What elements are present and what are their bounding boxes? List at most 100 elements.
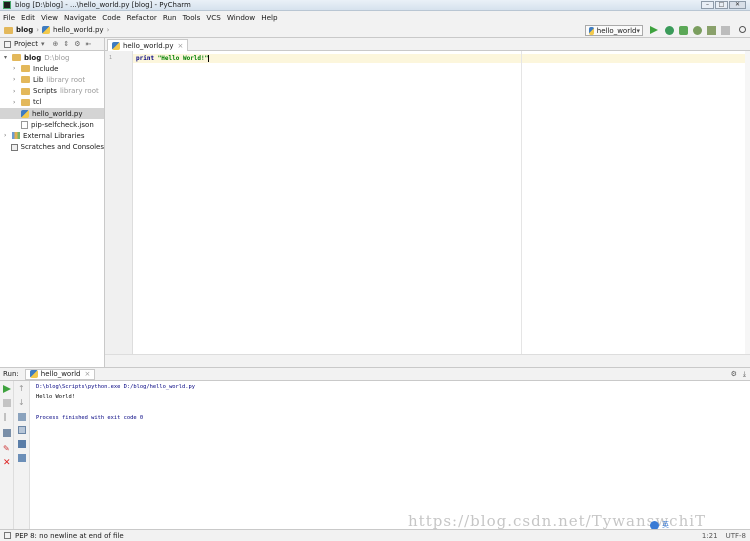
current-line-highlight [133,54,745,63]
pin-icon[interactable]: ✎ [3,445,11,453]
hide-panel-icon[interactable]: ⤓ [743,370,746,379]
editor-tab-hello-world[interactable]: hello_world.py × [107,39,189,51]
folder-icon [21,76,30,84]
pause-icon[interactable]: ‖ [3,413,11,421]
tree-item[interactable]: pip-selfcheck.json [0,119,104,130]
console-line-command: D:\blog\Scripts\python.exe D:/blog/hello… [36,384,196,390]
rerun-button[interactable] [3,385,11,393]
chevron-down-icon[interactable]: ▾ [41,40,45,48]
breadcrumb-file[interactable]: hello_world.py [53,26,104,34]
tree-item-label: Include [33,64,59,73]
chevron-down-icon[interactable]: ▾ [4,54,12,61]
project-view-icon [4,40,11,48]
tree-item[interactable]: hello_world.py [0,107,104,120]
menu-code[interactable]: Code [102,13,120,22]
chevron-right-icon[interactable]: › [13,76,21,83]
project-tree: ▾ blog D:\blog › Include › Lib library root › Scr… [0,51,104,153]
coverage-button[interactable] [679,26,688,35]
run-button[interactable] [650,26,658,34]
python-file-icon [112,41,120,50]
print-icon[interactable] [18,440,26,448]
chevron-right-icon[interactable]: › [4,132,12,139]
tree-item-label: Scratches and Consoles [20,143,105,152]
tree-item[interactable]: › Include [0,63,104,74]
console-line-output: Hello World! [36,394,75,400]
menu-edit[interactable]: Edit [21,13,35,22]
project-view-label[interactable]: Project [14,40,38,48]
menu-view[interactable]: View [41,13,58,22]
tree-item[interactable]: › Scripts library root [0,86,104,97]
close-icon[interactable]: ✕ [3,459,11,468]
run-configuration-select[interactable]: hello_world ▾ [585,25,643,36]
pycharm-icon [3,1,11,9]
window-controls: – □ ✕ [701,1,746,9]
navigation-bar: blog › hello_world.py › hello_world ▾ [0,23,750,38]
json-file-icon [21,120,28,129]
scroll-to-end-icon[interactable] [18,426,26,434]
tree-item[interactable]: › External Libraries [0,130,104,141]
tool-windows-icon[interactable] [4,532,11,539]
menu-tools[interactable]: Tools [183,13,201,22]
breadcrumb-project[interactable]: blog [16,26,33,34]
menu-help[interactable]: Help [261,13,277,22]
tree-item-label: tcl [33,98,42,107]
minimize-button[interactable]: – [701,1,714,9]
code-line[interactable]: print "Hello World!" [136,55,210,62]
editor-bottom-bar [105,354,750,367]
chevron-right-icon[interactable]: › [13,88,21,95]
tree-item[interactable]: › tcl [0,97,104,108]
python-file-icon [21,109,29,118]
text-cursor [208,55,210,62]
tree-item-hint: library root [46,75,86,84]
menu-bar: File Edit View Navigate Code Refactor Ru… [0,11,750,23]
trash-icon[interactable] [18,454,26,462]
close-tab-icon[interactable]: × [178,42,184,50]
maximize-button[interactable]: □ [715,1,728,9]
locate-icon[interactable]: ⊕ [52,40,58,48]
menu-run[interactable]: Run [163,13,177,22]
concurrency-button[interactable] [707,26,716,35]
menu-vcs[interactable]: VCS [206,13,221,22]
close-button[interactable]: ✕ [729,1,746,9]
restore-layout-icon[interactable] [3,429,11,437]
code-string: "Hello World!" [157,55,209,62]
tree-item[interactable]: ▾ blog D:\blog [0,52,104,63]
chevron-right-icon[interactable]: › [13,65,21,72]
collapse-all-icon[interactable]: ⇕ [63,40,69,48]
run-console[interactable]: D:\blog\Scripts\python.exe D:/blog/hello… [30,381,750,529]
folder-icon [12,54,21,62]
stop-button[interactable] [3,399,11,407]
project-panel-header: Project ▾ ⊕ ⇕ ⚙ ⇤ [0,38,104,51]
profile-button[interactable] [693,26,702,35]
chevron-right-icon[interactable]: › [13,99,21,106]
close-tab-icon[interactable]: × [84,370,90,378]
code-keyword: print [136,55,155,62]
code-editor[interactable]: print "Hello World!" [133,51,750,354]
debug-button[interactable] [665,26,674,35]
hide-icon[interactable]: ⇤ [86,40,92,48]
right-margin-guide [521,51,522,354]
caret-position[interactable]: 1:21 [702,532,718,540]
menu-refactor[interactable]: Refactor [127,13,157,22]
stop-button[interactable] [721,26,730,35]
file-encoding[interactable]: UTF-8 [726,532,746,540]
project-panel: Project ▾ ⊕ ⇕ ⚙ ⇤ ▾ blog D:\blog › Include › L… [0,38,105,367]
gear-icon[interactable]: ⚙ [731,370,737,379]
menu-navigate[interactable]: Navigate [64,13,96,22]
editor-gutter: 1 [105,51,133,354]
gear-icon[interactable]: ⚙ [74,40,80,48]
menu-file[interactable]: File [3,13,15,22]
tree-item-label: Lib [33,75,44,84]
breadcrumb: blog › hello_world.py › [4,26,112,34]
tree-item-hint: D:\blog [44,53,70,62]
tree-item[interactable]: › Lib library root [0,74,104,85]
search-icon[interactable] [739,26,746,33]
up-arrow-icon[interactable]: ↑ [18,385,26,393]
run-tab-label: hello_world [40,370,81,378]
run-tab-hello-world[interactable]: hello_world × [24,368,96,380]
menu-window[interactable]: Window [227,13,255,22]
line-number: 1 [109,55,113,61]
soft-wrap-icon[interactable] [18,413,26,421]
tree-item[interactable]: Scratches and Consoles [0,142,104,153]
down-arrow-icon[interactable]: ↓ [18,399,26,407]
